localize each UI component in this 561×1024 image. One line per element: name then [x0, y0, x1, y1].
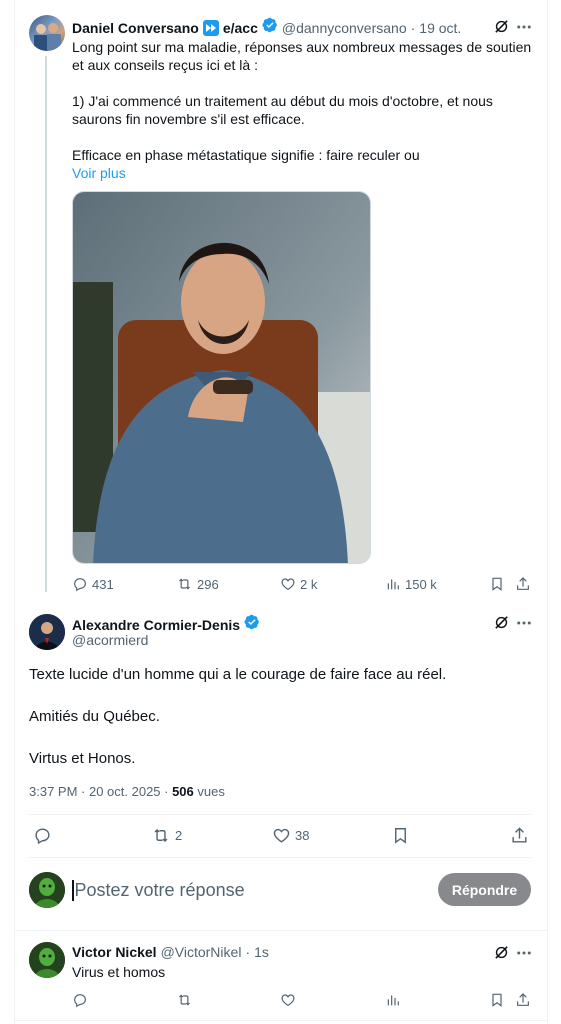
views-icon — [385, 576, 401, 592]
reply-icon — [33, 826, 52, 845]
bookmark-icon — [391, 826, 410, 845]
tweet3-header: Victor Nickel @VictorNikel · 1s — [72, 944, 269, 960]
avatar-current-user[interactable] — [29, 872, 65, 908]
tweet-date[interactable]: 19 oct. — [419, 20, 461, 36]
avatar-victor[interactable] — [29, 942, 65, 978]
verified-badge-icon — [262, 17, 278, 38]
bookmark-button[interactable] — [489, 992, 505, 1008]
divider — [14, 1020, 548, 1021]
thread-line — [45, 56, 47, 592]
grok-icon[interactable] — [493, 614, 510, 636]
share-button[interactable] — [515, 992, 531, 1008]
reply-icon — [72, 576, 88, 592]
views-count: 506 — [172, 784, 194, 799]
bookmark-button[interactable] — [391, 826, 410, 845]
reply-button[interactable] — [72, 992, 88, 1008]
dot-separator: · — [410, 19, 416, 36]
text-line: Long point sur ma maladie, réponses aux … — [72, 39, 532, 55]
tweet3-text: Virus et homos — [72, 964, 166, 980]
reply-button[interactable] — [33, 826, 52, 845]
handle[interactable]: @VictorNikel — [161, 944, 242, 960]
bookmark-button[interactable] — [489, 576, 505, 592]
divider — [29, 857, 532, 858]
paragraph: Virtus et Honos. — [29, 750, 136, 767]
reply-icon — [72, 992, 88, 1008]
fast-forward-emoji-icon — [202, 19, 219, 36]
like-count: 38 — [295, 828, 310, 843]
views-button[interactable]: 150 k — [385, 576, 437, 592]
tweet1-photo[interactable] — [72, 191, 371, 564]
tweet2-text: Texte lucide d'un homme qui a le courage… — [29, 664, 529, 769]
text-line: saurons fin novembre s'il est efficace. — [72, 111, 305, 127]
grok-icon[interactable] — [493, 18, 510, 40]
text-line: et aux conseils reçus ici et là : — [72, 57, 258, 73]
views-label: vues — [193, 784, 225, 799]
text-line: Efficace en phase métastatique signifie … — [72, 147, 420, 163]
retweet-icon — [176, 576, 193, 592]
like-button[interactable]: 2 k — [280, 576, 317, 592]
show-more-link[interactable]: Voir plus — [72, 164, 532, 182]
share-icon — [515, 992, 531, 1008]
reply-submit-label: Répondre — [451, 881, 518, 898]
reply-count: 431 — [92, 576, 114, 592]
share-icon — [515, 576, 531, 592]
author-name[interactable]: Alexandre Cormier-Denis — [72, 617, 240, 633]
like-icon — [272, 826, 291, 845]
retweet-count: 2 — [175, 828, 183, 843]
timestamp[interactable]: 3:37 PM · 20 oct. 2025 · — [29, 784, 172, 799]
share-button[interactable] — [510, 826, 529, 845]
author-name[interactable]: Victor Nickel — [72, 944, 157, 960]
retweet-icon — [176, 992, 193, 1008]
more-icon[interactable] — [515, 614, 533, 637]
verified-badge-icon — [244, 614, 260, 635]
author-suffix[interactable]: e/acc — [223, 20, 258, 36]
reply-button[interactable]: 431 — [72, 576, 114, 592]
like-button[interactable]: 38 — [272, 826, 309, 845]
reply-submit-button[interactable]: Répondre — [438, 873, 531, 906]
views-count: 150 k — [405, 576, 437, 592]
reply-input[interactable]: Postez votre réponse — [72, 878, 402, 902]
text-cursor — [72, 879, 74, 901]
like-count: 2 k — [300, 576, 318, 592]
views-button[interactable] — [385, 992, 401, 1008]
tweet1-header: Daniel Conversano e/acc @dannyconversano… — [72, 17, 461, 38]
like-icon — [280, 992, 296, 1008]
avatar-alexandre[interactable] — [29, 614, 65, 650]
grok-icon[interactable] — [493, 944, 510, 966]
tweet-date[interactable]: 1s — [254, 944, 269, 960]
tweet1-text: Long point sur ma maladie, réponses aux … — [72, 38, 532, 182]
handle[interactable]: @acormierd — [72, 632, 148, 648]
bookmark-icon — [489, 576, 505, 592]
retweet-count: 296 — [197, 576, 219, 592]
reply-placeholder: Postez votre réponse — [74, 879, 245, 900]
paragraph: Amitiés du Québec. — [29, 708, 160, 725]
bookmark-icon — [489, 992, 505, 1008]
more-icon[interactable] — [515, 944, 533, 967]
divider — [14, 930, 548, 931]
share-button[interactable] — [515, 576, 531, 592]
retweet-button[interactable]: 296 — [176, 576, 219, 592]
author-name[interactable]: Daniel Conversano — [72, 20, 199, 36]
handle[interactable]: @dannyconversano — [282, 20, 407, 36]
like-button[interactable] — [280, 992, 296, 1008]
divider — [29, 814, 532, 815]
retweet-icon — [151, 826, 171, 845]
avatar-daniel[interactable] — [29, 15, 65, 51]
share-icon — [510, 826, 529, 845]
views-icon — [385, 992, 401, 1008]
paragraph: Texte lucide d'un homme qui a le courage… — [29, 666, 447, 683]
text-line: 1) J'ai commencé un traitement au début … — [72, 93, 493, 109]
dot-separator: · — [245, 944, 251, 960]
like-icon — [280, 576, 296, 592]
retweet-button[interactable]: 2 — [151, 826, 182, 845]
retweet-button[interactable] — [176, 992, 193, 1008]
tweet2-meta: 3:37 PM · 20 oct. 2025 · 506 vues — [29, 784, 225, 799]
